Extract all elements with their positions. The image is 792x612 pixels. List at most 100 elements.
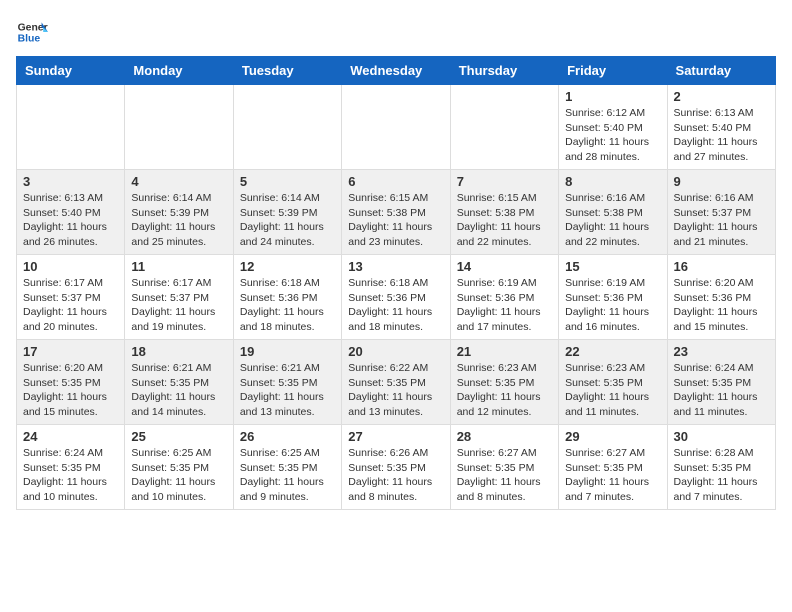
day-info: Sunrise: 6:14 AM Sunset: 5:39 PM Dayligh… — [240, 191, 335, 250]
day-info: Sunrise: 6:20 AM Sunset: 5:36 PM Dayligh… — [674, 276, 769, 335]
calendar-day: 9 Sunrise: 6:16 AM Sunset: 5:37 PM Daylig… — [667, 170, 775, 255]
calendar-day: 11Sunrise: 6:17 AM Sunset: 5:37 PM Dayli… — [125, 255, 233, 340]
day-number: 6 — [348, 174, 443, 189]
calendar-day: 12 Sunrise: 6:18 AM Sunset: 5:36 PM Dayli… — [233, 255, 341, 340]
day-info: Sunrise: 6:28 AM Sunset: 5:35 PM Dayligh… — [674, 446, 769, 505]
calendar-day: 5 Sunrise: 6:14 AM Sunset: 5:39 PM Daylig… — [233, 170, 341, 255]
day-info: Sunrise: 6:25 AM Sunset: 5:35 PM Dayligh… — [240, 446, 335, 505]
day-number: 12 — [240, 259, 335, 274]
calendar-week-row: 1 Sunrise: 6:12 AM Sunset: 5:40 PM Daylig… — [17, 85, 776, 170]
day-header-wednesday: Wednesday — [342, 57, 450, 85]
svg-text:Blue: Blue — [18, 34, 41, 45]
day-number: 10 — [23, 259, 118, 274]
calendar-day: 29 Sunrise: 6:27 AM Sunset: 5:35 PM Dayli… — [559, 425, 667, 510]
day-info: Sunrise: 6:15 AM Sunset: 5:38 PM Dayligh… — [457, 191, 552, 250]
day-info: Sunrise: 6:12 AM Sunset: 5:40 PM Dayligh… — [565, 106, 660, 165]
day-number: 17 — [23, 344, 118, 359]
calendar-day: 1 Sunrise: 6:12 AM Sunset: 5:40 PM Daylig… — [559, 85, 667, 170]
day-number: 13 — [348, 259, 443, 274]
calendar-day: 24 Sunrise: 6:24 AM Sunset: 5:35 PM Dayli… — [17, 425, 125, 510]
day-number: 26 — [240, 429, 335, 444]
day-info: Sunrise: 6:23 AM Sunset: 5:35 PM Dayligh… — [457, 361, 552, 420]
day-header-saturday: Saturday — [667, 57, 775, 85]
day-number: 1 — [565, 89, 660, 104]
day-info: Sunrise: 6:13 AM Sunset: 5:40 PM Dayligh… — [674, 106, 769, 165]
day-number: 29 — [565, 429, 660, 444]
calendar-week-row: 10 Sunrise: 6:17 AM Sunset: 5:37 PM Dayli… — [17, 255, 776, 340]
calendar-day: 28Sunrise: 6:27 AM Sunset: 5:35 PM Dayli… — [450, 425, 558, 510]
calendar-day: 8Sunrise: 6:16 AM Sunset: 5:38 PM Daylig… — [559, 170, 667, 255]
calendar-day: 10 Sunrise: 6:17 AM Sunset: 5:37 PM Dayli… — [17, 255, 125, 340]
day-info: Sunrise: 6:22 AM Sunset: 5:35 PM Dayligh… — [348, 361, 443, 420]
calendar-day: 6 Sunrise: 6:15 AM Sunset: 5:38 PM Daylig… — [342, 170, 450, 255]
calendar-day: 7 Sunrise: 6:15 AM Sunset: 5:38 PM Daylig… — [450, 170, 558, 255]
calendar-week-row: 24 Sunrise: 6:24 AM Sunset: 5:35 PM Dayli… — [17, 425, 776, 510]
calendar-day: 27Sunrise: 6:26 AM Sunset: 5:35 PM Dayli… — [342, 425, 450, 510]
day-info: Sunrise: 6:24 AM Sunset: 5:35 PM Dayligh… — [23, 446, 118, 505]
day-number: 4 — [131, 174, 226, 189]
day-info: Sunrise: 6:27 AM Sunset: 5:35 PM Dayligh… — [565, 446, 660, 505]
day-number: 27 — [348, 429, 443, 444]
calendar-header-row: SundayMondayTuesdayWednesdayThursdayFrid… — [17, 57, 776, 85]
day-info: Sunrise: 6:13 AM Sunset: 5:40 PM Dayligh… — [23, 191, 118, 250]
day-number: 25 — [131, 429, 226, 444]
day-header-thursday: Thursday — [450, 57, 558, 85]
day-info: Sunrise: 6:25 AM Sunset: 5:35 PM Dayligh… — [131, 446, 226, 505]
day-info: Sunrise: 6:17 AM Sunset: 5:37 PM Dayligh… — [23, 276, 118, 335]
calendar-day: 4 Sunrise: 6:14 AM Sunset: 5:39 PM Daylig… — [125, 170, 233, 255]
calendar-day: 18Sunrise: 6:21 AM Sunset: 5:35 PM Dayli… — [125, 340, 233, 425]
day-number: 8 — [565, 174, 660, 189]
day-header-sunday: Sunday — [17, 57, 125, 85]
calendar-day: 23Sunrise: 6:24 AM Sunset: 5:35 PM Dayli… — [667, 340, 775, 425]
calendar-day: 25 Sunrise: 6:25 AM Sunset: 5:35 PM Dayli… — [125, 425, 233, 510]
calendar-day — [233, 85, 341, 170]
day-number: 7 — [457, 174, 552, 189]
calendar-day: 21 Sunrise: 6:23 AM Sunset: 5:35 PM Dayli… — [450, 340, 558, 425]
day-header-friday: Friday — [559, 57, 667, 85]
calendar-day: 30 Sunrise: 6:28 AM Sunset: 5:35 PM Dayli… — [667, 425, 775, 510]
day-number: 14 — [457, 259, 552, 274]
day-info: Sunrise: 6:14 AM Sunset: 5:39 PM Dayligh… — [131, 191, 226, 250]
page-header: General Blue — [16, 16, 776, 48]
calendar-day: 15 Sunrise: 6:19 AM Sunset: 5:36 PM Dayli… — [559, 255, 667, 340]
day-number: 15 — [565, 259, 660, 274]
day-header-tuesday: Tuesday — [233, 57, 341, 85]
day-number: 20 — [348, 344, 443, 359]
day-number: 24 — [23, 429, 118, 444]
day-number: 2 — [674, 89, 769, 104]
calendar-day: 17Sunrise: 6:20 AM Sunset: 5:35 PM Dayli… — [17, 340, 125, 425]
calendar-day: 26 Sunrise: 6:25 AM Sunset: 5:35 PM Dayli… — [233, 425, 341, 510]
calendar-day — [17, 85, 125, 170]
day-info: Sunrise: 6:27 AM Sunset: 5:35 PM Dayligh… — [457, 446, 552, 505]
day-info: Sunrise: 6:18 AM Sunset: 5:36 PM Dayligh… — [240, 276, 335, 335]
day-number: 16 — [674, 259, 769, 274]
calendar-week-row: 3 Sunrise: 6:13 AM Sunset: 5:40 PM Daylig… — [17, 170, 776, 255]
day-number: 30 — [674, 429, 769, 444]
calendar-day — [125, 85, 233, 170]
calendar-day: 22Sunrise: 6:23 AM Sunset: 5:35 PM Dayli… — [559, 340, 667, 425]
day-info: Sunrise: 6:19 AM Sunset: 5:36 PM Dayligh… — [565, 276, 660, 335]
day-number: 11 — [131, 259, 226, 274]
day-number: 19 — [240, 344, 335, 359]
day-info: Sunrise: 6:19 AM Sunset: 5:36 PM Dayligh… — [457, 276, 552, 335]
day-number: 9 — [674, 174, 769, 189]
calendar-day — [450, 85, 558, 170]
calendar-day: 20 Sunrise: 6:22 AM Sunset: 5:35 PM Dayli… — [342, 340, 450, 425]
logo: General Blue — [16, 16, 52, 48]
day-info: Sunrise: 6:21 AM Sunset: 5:35 PM Dayligh… — [131, 361, 226, 420]
calendar-day: 2 Sunrise: 6:13 AM Sunset: 5:40 PM Daylig… — [667, 85, 775, 170]
day-number: 23 — [674, 344, 769, 359]
day-number: 21 — [457, 344, 552, 359]
day-info: Sunrise: 6:15 AM Sunset: 5:38 PM Dayligh… — [348, 191, 443, 250]
calendar-week-row: 17Sunrise: 6:20 AM Sunset: 5:35 PM Dayli… — [17, 340, 776, 425]
calendar-table: SundayMondayTuesdayWednesdayThursdayFrid… — [16, 56, 776, 510]
day-number: 3 — [23, 174, 118, 189]
day-info: Sunrise: 6:23 AM Sunset: 5:35 PM Dayligh… — [565, 361, 660, 420]
calendar-day — [342, 85, 450, 170]
calendar-day: 14 Sunrise: 6:19 AM Sunset: 5:36 PM Dayli… — [450, 255, 558, 340]
day-info: Sunrise: 6:16 AM Sunset: 5:37 PM Dayligh… — [674, 191, 769, 250]
day-header-monday: Monday — [125, 57, 233, 85]
day-number: 5 — [240, 174, 335, 189]
calendar-day: 13 Sunrise: 6:18 AM Sunset: 5:36 PM Dayli… — [342, 255, 450, 340]
day-info: Sunrise: 6:18 AM Sunset: 5:36 PM Dayligh… — [348, 276, 443, 335]
